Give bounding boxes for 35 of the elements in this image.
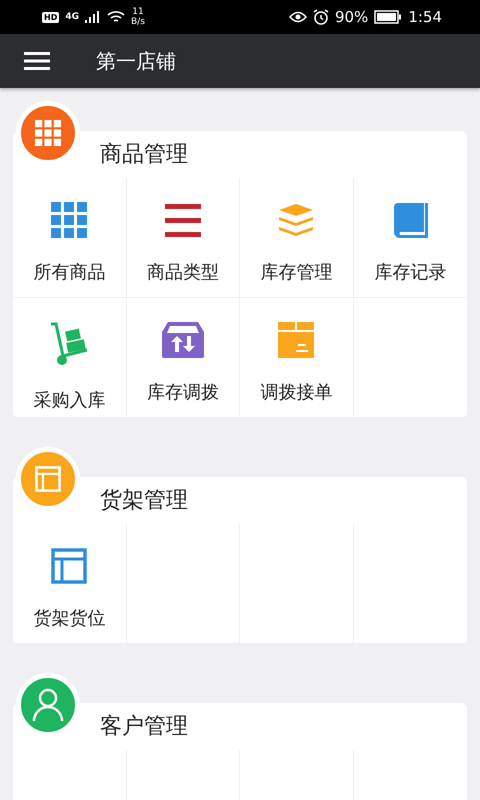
menu-item[interactable]: 采购入库 [33,322,106,412]
menu-icon [24,51,50,71]
menu-item[interactable]: 调拨接单 [260,322,332,404]
person-icon [32,688,64,722]
layers-icon [277,202,316,238]
battery-icon [374,10,402,24]
speed-unit: B/s [131,17,145,27]
menu-item[interactable]: 库存管理 [260,202,332,284]
section-title: 货架管理 [100,487,188,515]
app-title: 第一店铺 [96,48,176,74]
grid-icon [51,202,88,238]
clock-time: 1:54 [408,8,442,26]
speed-value: 11 [132,7,144,17]
eye-icon [288,11,307,23]
alarm-icon [312,9,329,25]
section-title: 客户管理 [100,713,188,741]
battery-percent: 90% [334,8,368,26]
menu-item[interactable]: 商品类型 [146,202,219,284]
layout-icon [35,466,61,492]
network-label: 4G [65,12,79,22]
book-icon [392,202,428,238]
hd-label: HD [42,12,60,22]
layout-icon [51,548,88,584]
box-arrows-icon [162,322,204,358]
menu-lines-icon [164,202,201,238]
wifi-icon [107,10,125,24]
menu-item[interactable]: 货架货位 [33,548,106,630]
menu-item[interactable]: 所有商品 [33,202,106,284]
menu-item[interactable]: 库存记录 [374,202,446,284]
grid-icon [35,120,61,146]
menu-item[interactable]: 库存调拨 [146,322,219,404]
package-icon [278,322,314,358]
signal-icon [85,11,101,23]
menu-button[interactable] [24,51,50,71]
section-title: 商品管理 [100,141,188,169]
